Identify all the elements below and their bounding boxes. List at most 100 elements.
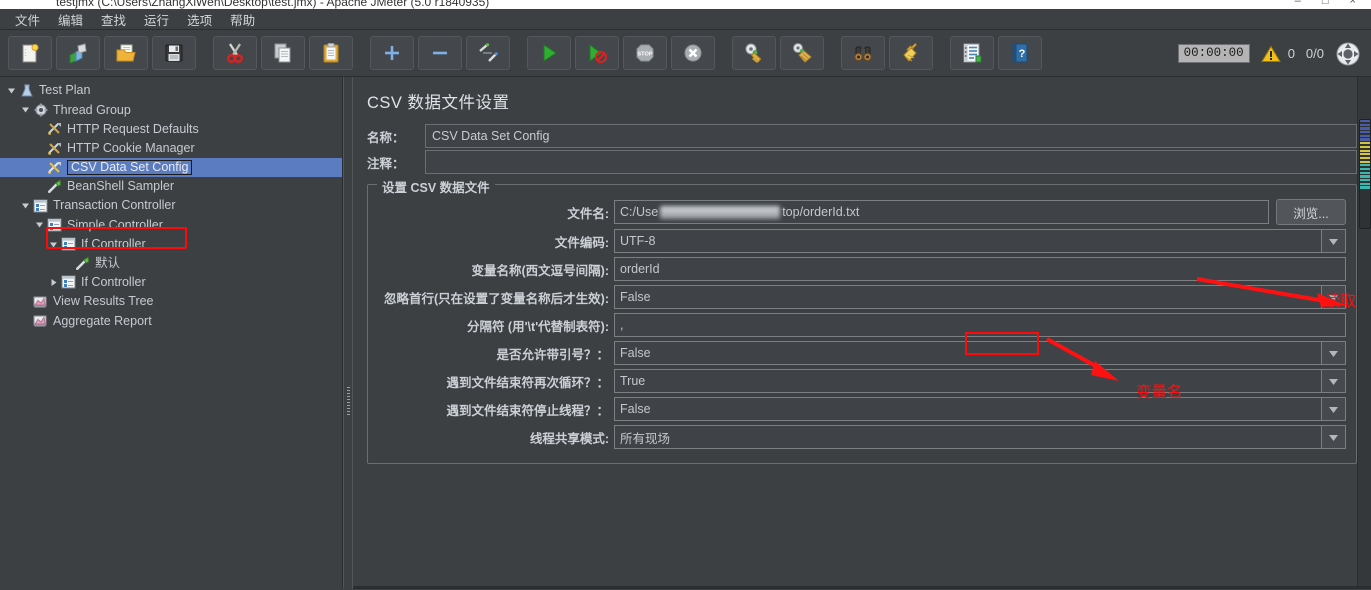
- tree-node-if-controller-1[interactable]: If Controller: [0, 235, 342, 254]
- chevron-down-icon[interactable]: [18, 201, 32, 210]
- tree-node-label: If Controller: [81, 236, 146, 251]
- browse-button[interactable]: 浏览...: [1276, 199, 1346, 225]
- sharing-mode-row: 线程共享模式: 所有现场: [378, 425, 1346, 449]
- allow-quoted-data-label: 是否允许带引号？：: [496, 347, 609, 362]
- page-title: CSV 数据文件设置: [367, 94, 510, 112]
- expand-plus-icon[interactable]: [370, 36, 414, 70]
- new-file-icon[interactable]: [8, 36, 52, 70]
- tree-node-label: Test Plan: [39, 83, 91, 98]
- group-title: 设置 CSV 数据文件: [377, 177, 495, 196]
- listener-icon: [32, 313, 49, 328]
- tree-node-if-controller-2[interactable]: If Controller: [0, 273, 342, 292]
- tree-node-thread-group[interactable]: Thread Group: [0, 100, 342, 119]
- connection-status-icon[interactable]: [1335, 41, 1361, 67]
- tree-node-test-plan[interactable]: Test Plan: [0, 81, 342, 100]
- cut-icon[interactable]: [213, 36, 257, 70]
- allow-quoted-data-combo[interactable]: False: [614, 341, 1346, 365]
- tree-node-default-sampler[interactable]: 默认: [0, 254, 342, 273]
- test-plan-tree[interactable]: Test Plan Thread Group HTTP Request Defa…: [0, 77, 343, 589]
- copy-icon[interactable]: [261, 36, 305, 70]
- tree-node-csv-data-set-config[interactable]: CSV Data Set Config: [0, 157, 342, 177]
- start-icon[interactable]: [527, 36, 571, 70]
- menu-bar: 文件 编辑 查找 运行 选项 帮助: [0, 9, 1371, 30]
- menu-help[interactable]: 帮助: [221, 8, 264, 31]
- tree-node-view-results-tree[interactable]: View Results Tree: [0, 292, 342, 311]
- shutdown-icon[interactable]: [671, 36, 715, 70]
- comment-row: 注释：: [367, 150, 1357, 174]
- clear-icon[interactable]: [732, 36, 776, 70]
- collapse-minus-icon[interactable]: [418, 36, 462, 70]
- chevron-down-icon[interactable]: [1321, 370, 1345, 392]
- chevron-down-icon[interactable]: [46, 240, 60, 249]
- paste-icon[interactable]: [309, 36, 353, 70]
- tree-node-label: HTTP Cookie Manager: [67, 140, 195, 155]
- chevron-down-icon[interactable]: [18, 105, 32, 114]
- stop-thread-on-eof-combo[interactable]: False: [614, 397, 1346, 421]
- window-title: testjmx (C:\Users\ZhangXiWen\Desktop\tes…: [56, 0, 490, 9]
- horizontal-scrollbar[interactable]: [353, 586, 1371, 589]
- help-book-icon[interactable]: ?: [998, 36, 1042, 70]
- chevron-down-icon[interactable]: [1321, 230, 1345, 252]
- sharing-mode-label: 线程共享模式:: [529, 431, 609, 446]
- recycle-on-eof-combo[interactable]: True: [614, 369, 1346, 393]
- delimiter-field[interactable]: ,: [614, 313, 1346, 337]
- tree-node-http-cookie-manager[interactable]: HTTP Cookie Manager: [0, 139, 342, 158]
- menu-edit[interactable]: 编辑: [49, 8, 92, 31]
- ignore-first-line-combo[interactable]: False: [614, 285, 1346, 309]
- chevron-down-icon[interactable]: [1321, 426, 1345, 448]
- variable-names-label: 变量名称(西文逗号间隔):: [471, 263, 610, 278]
- tree-node-simple-controller[interactable]: Simple Controller: [0, 215, 342, 234]
- stop-icon[interactable]: STOP: [623, 36, 667, 70]
- clear-all-icon[interactable]: [780, 36, 824, 70]
- tree-node-beanshell-sampler[interactable]: BeanShell Sampler: [0, 177, 342, 196]
- chevron-down-icon[interactable]: [32, 220, 46, 229]
- tree-node-transaction-controller[interactable]: Transaction Controller: [0, 196, 342, 215]
- filename-field[interactable]: C:/Use top/orderId.txt: [614, 200, 1269, 224]
- stop-thread-on-eof-row: 遇到文件结束符停止线程？： False: [378, 397, 1346, 421]
- tree-node-label: HTTP Request Defaults: [67, 121, 199, 136]
- sharing-mode-combo[interactable]: 所有现场: [614, 425, 1346, 449]
- tree-node-label: Aggregate Report: [53, 313, 152, 328]
- splitter-grip[interactable]: [347, 387, 350, 415]
- allow-quoted-data-value: False: [620, 346, 651, 360]
- warning-indicator[interactable]: 0: [1260, 45, 1295, 63]
- chevron-down-icon[interactable]: [4, 86, 18, 95]
- menu-options[interactable]: 选项: [178, 8, 221, 31]
- variable-names-field[interactable]: orderId: [614, 257, 1346, 281]
- reset-search-broom-icon[interactable]: [889, 36, 933, 70]
- templates-icon[interactable]: [56, 36, 100, 70]
- menu-file[interactable]: 文件: [6, 8, 49, 31]
- chevron-right-icon[interactable]: [46, 278, 60, 287]
- vertical-scrollbar[interactable]: [1357, 77, 1371, 589]
- search-binoculars-icon[interactable]: [841, 36, 885, 70]
- save-icon[interactable]: [152, 36, 196, 70]
- controller-icon: [60, 237, 77, 252]
- window-controls[interactable]: – □ ×: [1295, 0, 1365, 7]
- sampler-icon: [46, 179, 63, 194]
- tree-node-label: CSV Data Set Config: [67, 159, 193, 176]
- config-element-icon: [46, 141, 63, 156]
- scrollbar-thumb[interactable]: [1359, 119, 1371, 229]
- chevron-down-icon[interactable]: [1321, 286, 1345, 308]
- menu-search[interactable]: 查找: [92, 8, 135, 31]
- panel-splitter[interactable]: [343, 77, 353, 589]
- filename-label: 文件名:: [567, 206, 609, 221]
- start-no-pauses-icon[interactable]: [575, 36, 619, 70]
- toggle-icon[interactable]: [466, 36, 510, 70]
- thread-group-icon: [32, 102, 49, 117]
- tree-node-http-request-defaults[interactable]: HTTP Request Defaults: [0, 119, 342, 138]
- chevron-down-icon[interactable]: [1321, 342, 1345, 364]
- menu-run[interactable]: 运行: [135, 8, 178, 31]
- name-input[interactable]: CSV Data Set Config: [425, 124, 1357, 148]
- comment-input[interactable]: [425, 150, 1357, 174]
- tree-node-aggregate-report[interactable]: Aggregate Report: [0, 311, 342, 330]
- tree-node-label: 默认: [95, 256, 121, 271]
- function-helper-icon[interactable]: [950, 36, 994, 70]
- variable-names-row: 变量名称(西文逗号间隔): orderId: [378, 257, 1346, 281]
- sharing-mode-value: 所有现场: [620, 431, 671, 446]
- ignore-first-line-value: False: [620, 290, 651, 304]
- file-encoding-combo[interactable]: UTF-8: [614, 229, 1346, 253]
- open-folder-icon[interactable]: [104, 36, 148, 70]
- delimiter-label: 分隔符 (用'\t'代替制表符):: [466, 319, 609, 334]
- chevron-down-icon[interactable]: [1321, 398, 1345, 420]
